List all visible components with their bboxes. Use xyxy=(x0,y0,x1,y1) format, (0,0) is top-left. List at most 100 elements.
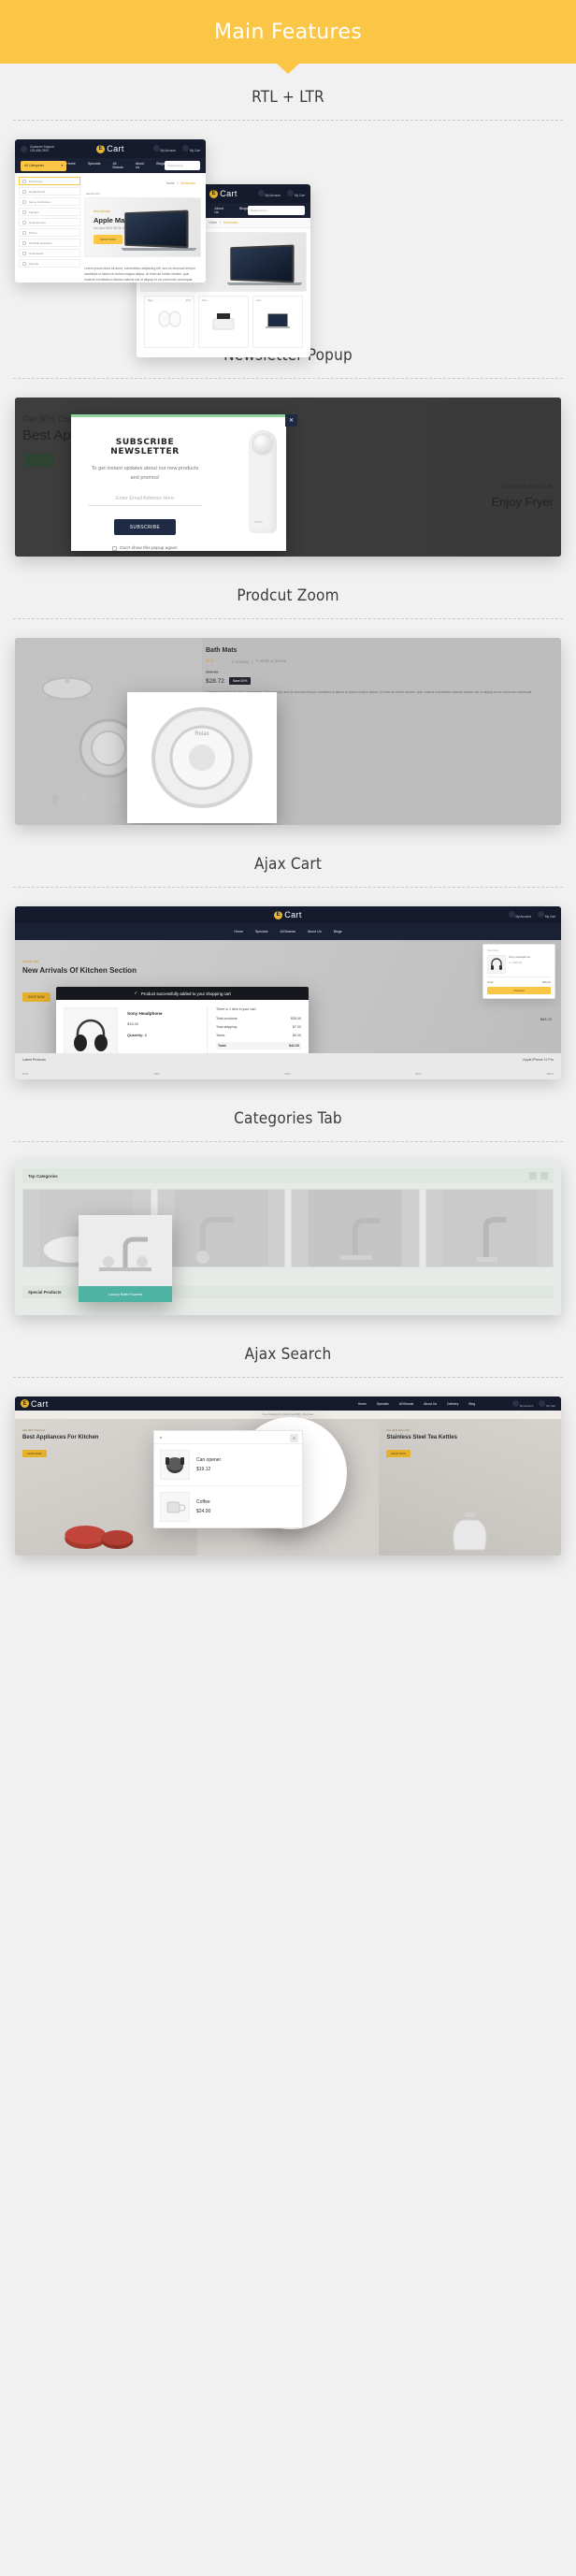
sidebar-item-smartphones[interactable]: Smartphones xyxy=(19,218,80,226)
cart-total-row: Taxes $0.00 xyxy=(216,1034,301,1037)
close-icon[interactable]: ✕ xyxy=(290,1434,298,1442)
nav-item-home[interactable]: Home xyxy=(66,162,76,169)
hero-title: New Arrivals Of Kitchen Section xyxy=(22,966,137,975)
nav-item-about-us[interactable]: About Us xyxy=(424,1402,437,1406)
store-topbar: Customer Support123-456-7890 E Cart My A… xyxy=(15,139,206,158)
search-result-item[interactable]: Can opener $19.12 xyxy=(154,1444,302,1486)
cart-icon xyxy=(181,145,189,152)
promo-left-button[interactable]: SHOP NOW xyxy=(22,1449,47,1457)
search-input[interactable]: Search here... xyxy=(248,206,305,215)
close-icon[interactable]: ✕ xyxy=(285,414,297,427)
phone-icon xyxy=(22,220,26,224)
product-row: New -20% New New xyxy=(140,292,307,354)
dont-show-checkbox-row[interactable]: Don't show this popup again! xyxy=(88,546,202,551)
cart-link[interactable]: My Cart xyxy=(286,190,305,197)
sidebar-item-portable-speakers[interactable]: Portable Speakers xyxy=(19,239,80,247)
account-link[interactable]: My Account xyxy=(508,911,531,919)
category-cell[interactable] xyxy=(156,1189,285,1267)
sidebar-item-game-controllers[interactable]: Game Controllers xyxy=(19,197,80,206)
promo-right-button[interactable]: SHOP NOW xyxy=(386,1449,410,1457)
store-logo[interactable]: E Cart xyxy=(21,1399,49,1409)
featured-category-card[interactable]: Luxury Bath Faucets xyxy=(79,1215,172,1302)
nav-item-about-us[interactable]: About Us xyxy=(308,930,322,933)
nav-item-all-brands[interactable]: All Brands xyxy=(112,162,122,169)
mini-cart-thumb xyxy=(487,955,506,974)
nav-item-specials[interactable]: Specials xyxy=(377,1402,389,1406)
can-opener-icon xyxy=(166,1457,184,1473)
result-price: $19.12 xyxy=(196,1467,211,1472)
price-row: $28.72 Save 20% xyxy=(206,677,552,685)
hero-shop-now-button[interactable]: SHOP NOW xyxy=(94,235,122,244)
bottle-cap xyxy=(252,433,274,456)
cart-quantity: Quantity: 1 xyxy=(127,1033,147,1037)
bg-shop-button[interactable] xyxy=(24,454,54,467)
nav-item-all-brands[interactable]: All Brands xyxy=(399,1402,413,1406)
store-logo[interactable]: E Cart xyxy=(96,144,124,153)
laptop-icon xyxy=(266,313,290,328)
sidebar-item-printer[interactable]: Printer xyxy=(19,228,80,237)
breadcrumb-home[interactable]: Home xyxy=(166,181,175,185)
account-link[interactable]: My Account xyxy=(152,145,176,152)
logo-word: Cart xyxy=(107,144,124,153)
nav-item-blogs[interactable]: Blogs xyxy=(156,162,165,169)
screenshot-rtl: Customer Support 123-456-7890 E Cart My A… xyxy=(15,139,206,283)
result-name: Can opener xyxy=(196,1457,222,1463)
category-cell[interactable]: Monoblec Mixertap xyxy=(425,1189,554,1267)
subscribe-button[interactable]: SUBSCRIBE xyxy=(114,519,176,535)
nav-item-specials[interactable]: Specials xyxy=(255,930,268,933)
nav-item-about-us[interactable]: About Us xyxy=(214,207,227,214)
category-cell[interactable]: Luxury Bath Faucets xyxy=(291,1189,420,1267)
watch-icon xyxy=(22,251,26,255)
breadcrumb-home[interactable]: Home xyxy=(209,221,218,224)
sidebar-item-smartwatch[interactable]: Smartwatch xyxy=(19,249,80,257)
sidebar-item-electronics[interactable]: Electronics xyxy=(19,177,80,185)
newsletter-body: To get instant updates about our new pro… xyxy=(91,466,199,481)
search-input[interactable]: Search here... xyxy=(165,161,200,170)
email-field[interactable]: Enter Email Address Here xyxy=(88,496,202,506)
topbar-right: My Account My Cart xyxy=(508,911,555,919)
bath-faucet-image xyxy=(308,1190,402,1266)
account-link[interactable]: My Account xyxy=(257,190,281,197)
speaker-icon xyxy=(22,240,26,245)
carousel-arrows[interactable] xyxy=(529,1172,548,1179)
sidebar-item-airpods[interactable]: Airpods xyxy=(19,259,80,268)
hero-shop-now-button[interactable]: SHOP NOW xyxy=(22,992,50,1002)
phone-icon xyxy=(21,145,27,152)
all-categories-button[interactable]: All Categories ▾ xyxy=(21,160,67,171)
page-banner: Main Features xyxy=(0,0,576,64)
product-card[interactable]: New -20% xyxy=(144,296,194,348)
nav-item-about-us[interactable]: About Us xyxy=(136,162,144,169)
nav-item-delivery[interactable]: Delivery xyxy=(447,1402,458,1406)
store-logo[interactable]: E Cart xyxy=(274,910,302,919)
nav-item-blog[interactable]: Blog xyxy=(468,1402,475,1406)
sidebar-item-laptops[interactable]: Laptops xyxy=(19,208,80,216)
chevron-right-icon[interactable] xyxy=(540,1172,548,1179)
user-icon xyxy=(512,1399,520,1407)
search-input[interactable]: c xyxy=(154,1431,302,1444)
nav-item-all-brands[interactable]: All Brands xyxy=(281,930,295,933)
cart-link[interactable]: My Cart xyxy=(181,145,200,152)
hero-description: Lorem ipsum dolor sit amet, consectetur … xyxy=(84,267,195,282)
account-link[interactable]: My Account xyxy=(512,1399,533,1408)
write-review-link[interactable]: ✎ Write a review xyxy=(255,658,286,664)
cart-link[interactable]: My Cart xyxy=(539,1399,555,1408)
nav-item-home[interactable]: Home xyxy=(234,930,243,933)
mini-cart-checkout-button[interactable]: Checkout xyxy=(487,987,551,994)
checkbox-icon[interactable] xyxy=(112,546,118,551)
nav-item-blogs[interactable]: Blogs xyxy=(239,207,248,214)
category-sidebar: Electronics Headphones Game Controllers … xyxy=(15,173,84,282)
product-card[interactable]: New xyxy=(252,296,303,348)
nav-item-blogs[interactable]: Blogs xyxy=(334,930,342,933)
result-name: Coffee xyxy=(196,1499,210,1505)
nav-item-specials[interactable]: Specials xyxy=(88,162,101,169)
store-logo[interactable]: E Cart xyxy=(209,189,238,198)
customer-support: Customer Support123-456-7890 xyxy=(21,145,54,152)
sidebar-item-headphones[interactable]: Headphones xyxy=(19,187,80,195)
search-result-item[interactable]: Coffee $24.00 xyxy=(154,1486,302,1527)
review-count: 1 reviews xyxy=(231,658,250,664)
star-rating-icon: ★★☆☆☆ xyxy=(206,658,229,663)
product-card[interactable]: New xyxy=(198,296,249,348)
chevron-left-icon[interactable] xyxy=(529,1172,537,1179)
nav-item-home[interactable]: Home xyxy=(358,1402,367,1406)
cart-link[interactable]: My Cart xyxy=(537,911,555,919)
